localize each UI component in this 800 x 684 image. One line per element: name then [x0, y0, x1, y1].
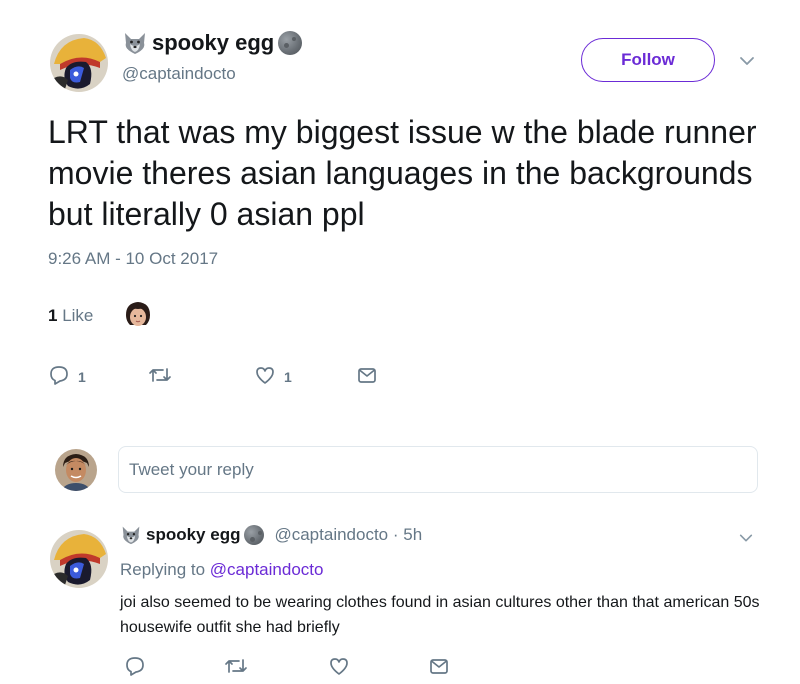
liker-avatar[interactable] [122, 299, 154, 331]
reply-input[interactable]: Tweet your reply [118, 446, 758, 493]
reply-display-name: spooky egg [146, 525, 241, 544]
author-name-row[interactable]: spooky egg [122, 30, 303, 56]
reply-header[interactable]: spooky egg @captaindocto · 5h [120, 525, 422, 545]
likes-label: Like [62, 306, 94, 325]
author-handle[interactable]: @captaindocto [122, 64, 236, 84]
retweet-icon [148, 364, 172, 389]
likes-count: 1 [48, 306, 58, 325]
like-count: 1 [284, 368, 292, 385]
reply-text: joi also seemed to be wearing clothes fo… [120, 594, 760, 636]
tweet-actions: 1 1 [48, 364, 408, 388]
reply-handle-time: @captaindocto · 5h [274, 525, 423, 544]
reply-count: 1 [78, 368, 86, 385]
reply-icon [48, 364, 70, 389]
author-avatar[interactable] [50, 34, 108, 92]
replying-to-prefix: Replying to [120, 560, 206, 579]
reply-action[interactable] [124, 655, 146, 680]
dm-action[interactable] [428, 655, 450, 680]
follow-button[interactable]: Follow [581, 38, 715, 82]
new-moon-emoji-icon [278, 31, 303, 55]
replying-to-mention[interactable]: @captaindocto [210, 560, 324, 579]
retweet-action[interactable] [224, 655, 248, 680]
like-action[interactable]: 1 [254, 364, 292, 389]
reply-actions [124, 655, 464, 679]
likes-summary[interactable]: 1 Like [48, 306, 93, 326]
dm-action[interactable] [356, 364, 378, 389]
envelope-icon [356, 364, 378, 389]
replying-to: Replying to @captaindocto [120, 560, 323, 580]
heart-icon [254, 364, 276, 389]
wolf-emoji-icon [122, 31, 148, 55]
wolf-emoji-icon [120, 525, 142, 545]
reply-action[interactable]: 1 [48, 364, 86, 389]
like-action[interactable] [328, 655, 350, 680]
reply-author-avatar[interactable] [50, 530, 108, 588]
reply-icon [124, 655, 146, 680]
tweet-timestamp[interactable]: 9:26 AM - 10 Oct 2017 [48, 249, 218, 269]
current-user-avatar [55, 449, 97, 491]
retweet-icon [224, 655, 248, 680]
author-display-name: spooky egg [152, 30, 275, 55]
new-moon-emoji-icon [244, 525, 265, 545]
retweet-action[interactable] [148, 364, 172, 389]
tweet-text: LRT that was my biggest issue w the blad… [48, 114, 757, 232]
chevron-down-icon[interactable] [738, 530, 754, 546]
heart-icon [328, 655, 350, 680]
chevron-down-icon[interactable] [738, 52, 756, 70]
envelope-icon [428, 655, 450, 680]
